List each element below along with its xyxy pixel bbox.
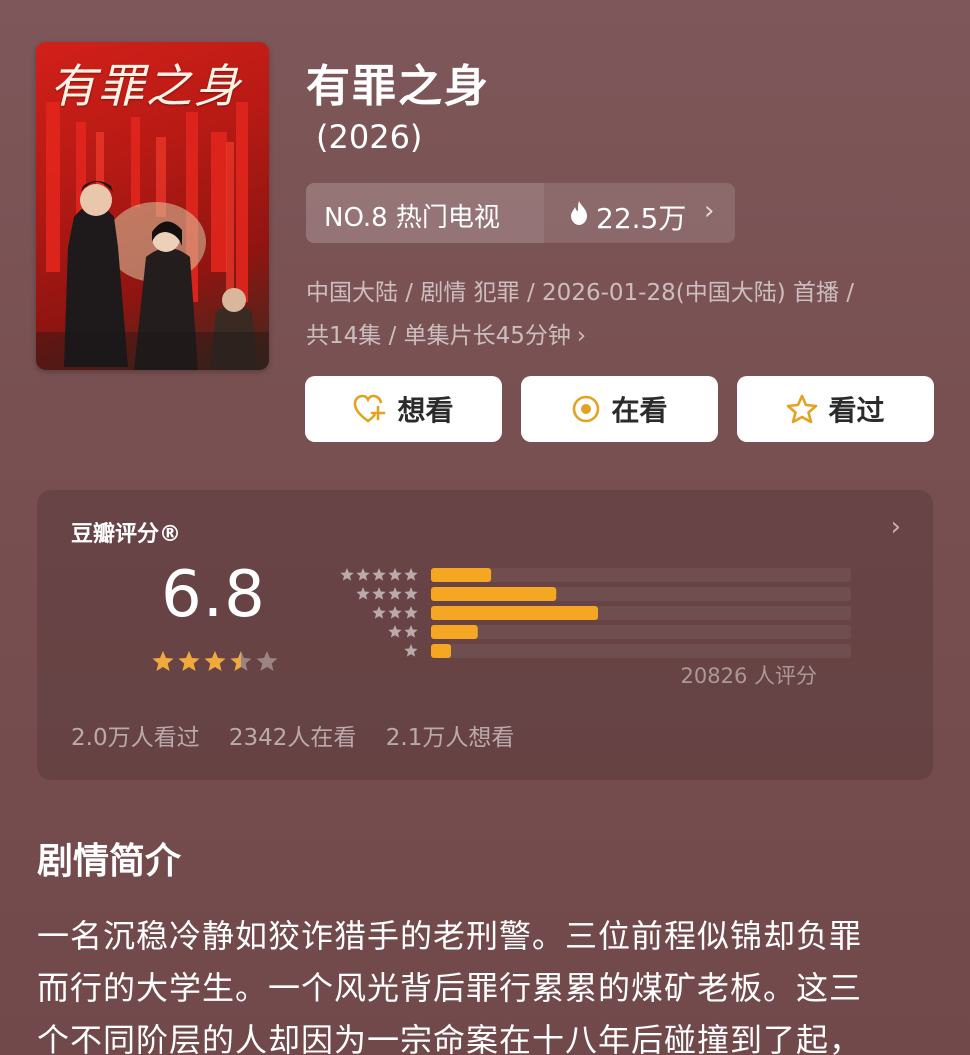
watching-button[interactable]: 在看 <box>521 376 718 442</box>
want-to-watch-label: 想看 <box>397 394 454 427</box>
chevron-right-icon[interactable]: › <box>891 512 901 542</box>
synopsis-text: 一名沉稳冷静如狡诈猎手的老刑警。三位前程似锦却负罪 而行的大学生。一个风光背后罪… <box>37 910 937 1055</box>
rating-stats: 2.0万人看过 2342人在看 2.1万人想看 <box>71 718 536 752</box>
distribution-star <box>388 587 402 600</box>
distribution-star <box>356 587 370 600</box>
meta-line-1: 中国大陆 / 剧情 犯罪 / 2026-01-28(中国大陆) 首播 / <box>306 280 855 306</box>
synopsis-line: 而行的大学生。一个风光背后罪行累累的煤矿老板。这三 <box>37 969 863 1007</box>
distribution-star <box>404 625 418 638</box>
stat-watched: 2.0万人看过 <box>71 725 200 751</box>
distribution-star <box>372 568 386 581</box>
distribution-star <box>404 644 418 657</box>
distribution-track <box>431 625 851 639</box>
target-icon <box>573 395 600 423</box>
distribution-star <box>388 625 402 638</box>
synopsis-title: 剧情简介 <box>37 841 182 882</box>
poster-title-calligraphy: 有罪之身 <box>50 59 242 113</box>
rating-star-filled <box>152 651 174 671</box>
score-stars <box>152 651 278 671</box>
distribution-star <box>340 568 354 581</box>
poster-image[interactable]: 有罪之身 <box>36 42 269 370</box>
distribution-star <box>356 568 370 581</box>
chevron-right-icon: › <box>704 196 715 226</box>
rating-star-filled <box>204 651 226 671</box>
star-outline-icon <box>787 394 818 424</box>
distribution-bar-5-star <box>431 568 492 582</box>
synopsis-line: 个不同阶层的人却因为一宗命案在十八年后碰撞到了起， <box>37 1021 863 1055</box>
rank-chip[interactable]: NO.8 热门电视 22.5万 › <box>306 183 735 243</box>
distribution-star <box>404 587 418 600</box>
raters-count: 20826 人评分 <box>680 664 817 688</box>
watched-label: 看过 <box>828 394 885 427</box>
synopsis-line: 一名沉稳冷静如狡诈猎手的老刑警。三位前程似锦却负罪 <box>37 917 863 955</box>
chevron-right-icon: › <box>576 323 587 349</box>
rating-distribution <box>340 568 851 658</box>
distribution-star <box>404 568 418 581</box>
rank-label: NO.8 热门电视 <box>324 203 500 233</box>
rating-title: 豆瓣评分® <box>71 522 182 547</box>
watched-button[interactable]: 看过 <box>737 376 934 442</box>
distribution-track <box>431 568 851 582</box>
rating-score: 6.8 <box>161 558 266 632</box>
meta-line-2: 共14集 / 单集片长45分钟 › <box>306 315 926 358</box>
distribution-bar-1-star <box>431 644 452 658</box>
distribution-bar-3-star <box>431 606 598 620</box>
meta-line-2-text: 共14集 / 单集片长45分钟 <box>306 323 571 349</box>
rank-segment[interactable]: NO.8 热门电视 <box>306 183 544 243</box>
distribution-track <box>431 644 851 658</box>
distribution-bar-2-star <box>431 625 478 639</box>
distribution-star <box>404 606 418 619</box>
flame-icon <box>571 201 587 225</box>
rating-card[interactable]: 豆瓣评分® › 6.8 20826 人评分 2.0万人看过 2342人在看 2.… <box>37 490 933 780</box>
distribution-bar-4-star <box>431 587 557 601</box>
page-title: 有罪之身 <box>306 61 490 112</box>
stat-watching: 2342人在看 <box>228 725 357 751</box>
distribution-star <box>372 606 386 619</box>
show-meta[interactable]: 中国大陆 / 剧情 犯罪 / 2026-01-28(中国大陆) 首播 / 共14… <box>306 272 926 358</box>
distribution-star <box>388 606 402 619</box>
hot-count: 22.5万 <box>596 202 687 235</box>
heart-plus-icon <box>354 394 386 423</box>
rating-star-filled <box>178 651 200 671</box>
distribution-star <box>388 568 402 581</box>
distribution-star <box>372 587 386 600</box>
watching-label: 在看 <box>611 394 668 427</box>
rating-star-empty <box>256 651 278 671</box>
stat-want: 2.1万人想看 <box>385 725 515 751</box>
release-year: (2026) <box>316 118 423 156</box>
want-to-watch-button[interactable]: 想看 <box>305 376 502 442</box>
